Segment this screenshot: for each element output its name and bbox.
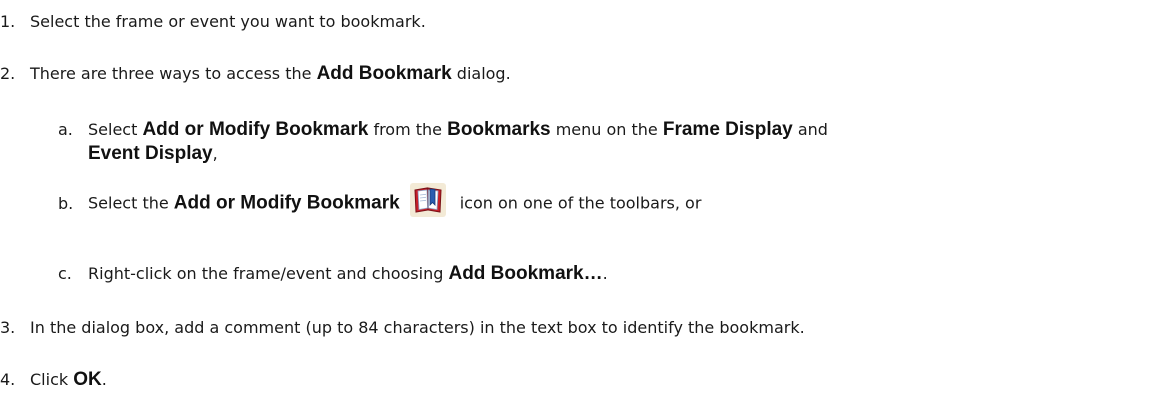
- substep-text: menu on the: [550, 120, 663, 139]
- bold-term: Add or Modify Bookmark: [173, 192, 400, 214]
- substep-text: icon on one of the toolbars, or: [459, 193, 702, 213]
- step-number: 4.: [0, 370, 16, 389]
- bold-term: Bookmarks: [447, 119, 551, 140]
- step-text: .: [101, 370, 107, 389]
- step-text: There are three ways to access the: [30, 64, 317, 83]
- bookmark-book-icon: [409, 183, 446, 217]
- step-number: 2.: [0, 64, 16, 83]
- bold-term: Frame Display: [662, 119, 793, 140]
- substep-text: Select: [88, 120, 143, 139]
- substep-c: c. Right-click on the frame/event and cho…: [58, 263, 608, 285]
- bold-term: Event Display: [88, 143, 213, 164]
- step-1: 1. Select the frame or event you want to …: [0, 11, 426, 33]
- substep-letter: a.: [58, 120, 73, 139]
- bold-term: Add Bookmark: [316, 63, 452, 84]
- step-text: Select the frame or event you want to bo…: [30, 12, 426, 31]
- substep-text: .: [602, 264, 608, 283]
- step-3: 3. In the dialog box, add a comment (up t…: [0, 317, 805, 339]
- step-number: 3.: [0, 318, 16, 337]
- substep-text: and: [792, 120, 828, 139]
- substep-letter: c.: [58, 264, 72, 283]
- substep-letter: b.: [58, 193, 74, 213]
- substep-text: Select the: [88, 193, 174, 213]
- step-4: 4. Click OK.: [0, 369, 107, 391]
- bold-term: Add or Modify Bookmark: [142, 119, 369, 140]
- substep-a: a. Select Add or Modify Bookmark from the…: [58, 119, 828, 141]
- substep-text: ,: [212, 144, 218, 163]
- substep-a-continuation: Event Display,: [88, 143, 218, 165]
- substep-text: from the: [368, 120, 448, 139]
- step-text: Click: [30, 370, 74, 389]
- substep-b: b. Select the Add or Modify Bookmark icon…: [58, 183, 702, 221]
- step-2: 2. There are three ways to access the Add…: [0, 63, 511, 85]
- substep-text: Right-click on the frame/event and choos…: [88, 264, 449, 283]
- bold-term: Add Bookmark…: [448, 263, 603, 284]
- bold-term: OK: [73, 369, 102, 390]
- step-text: dialog.: [451, 64, 511, 83]
- step-text: In the dialog box, add a comment (up to …: [30, 318, 805, 337]
- step-number: 1.: [0, 12, 16, 31]
